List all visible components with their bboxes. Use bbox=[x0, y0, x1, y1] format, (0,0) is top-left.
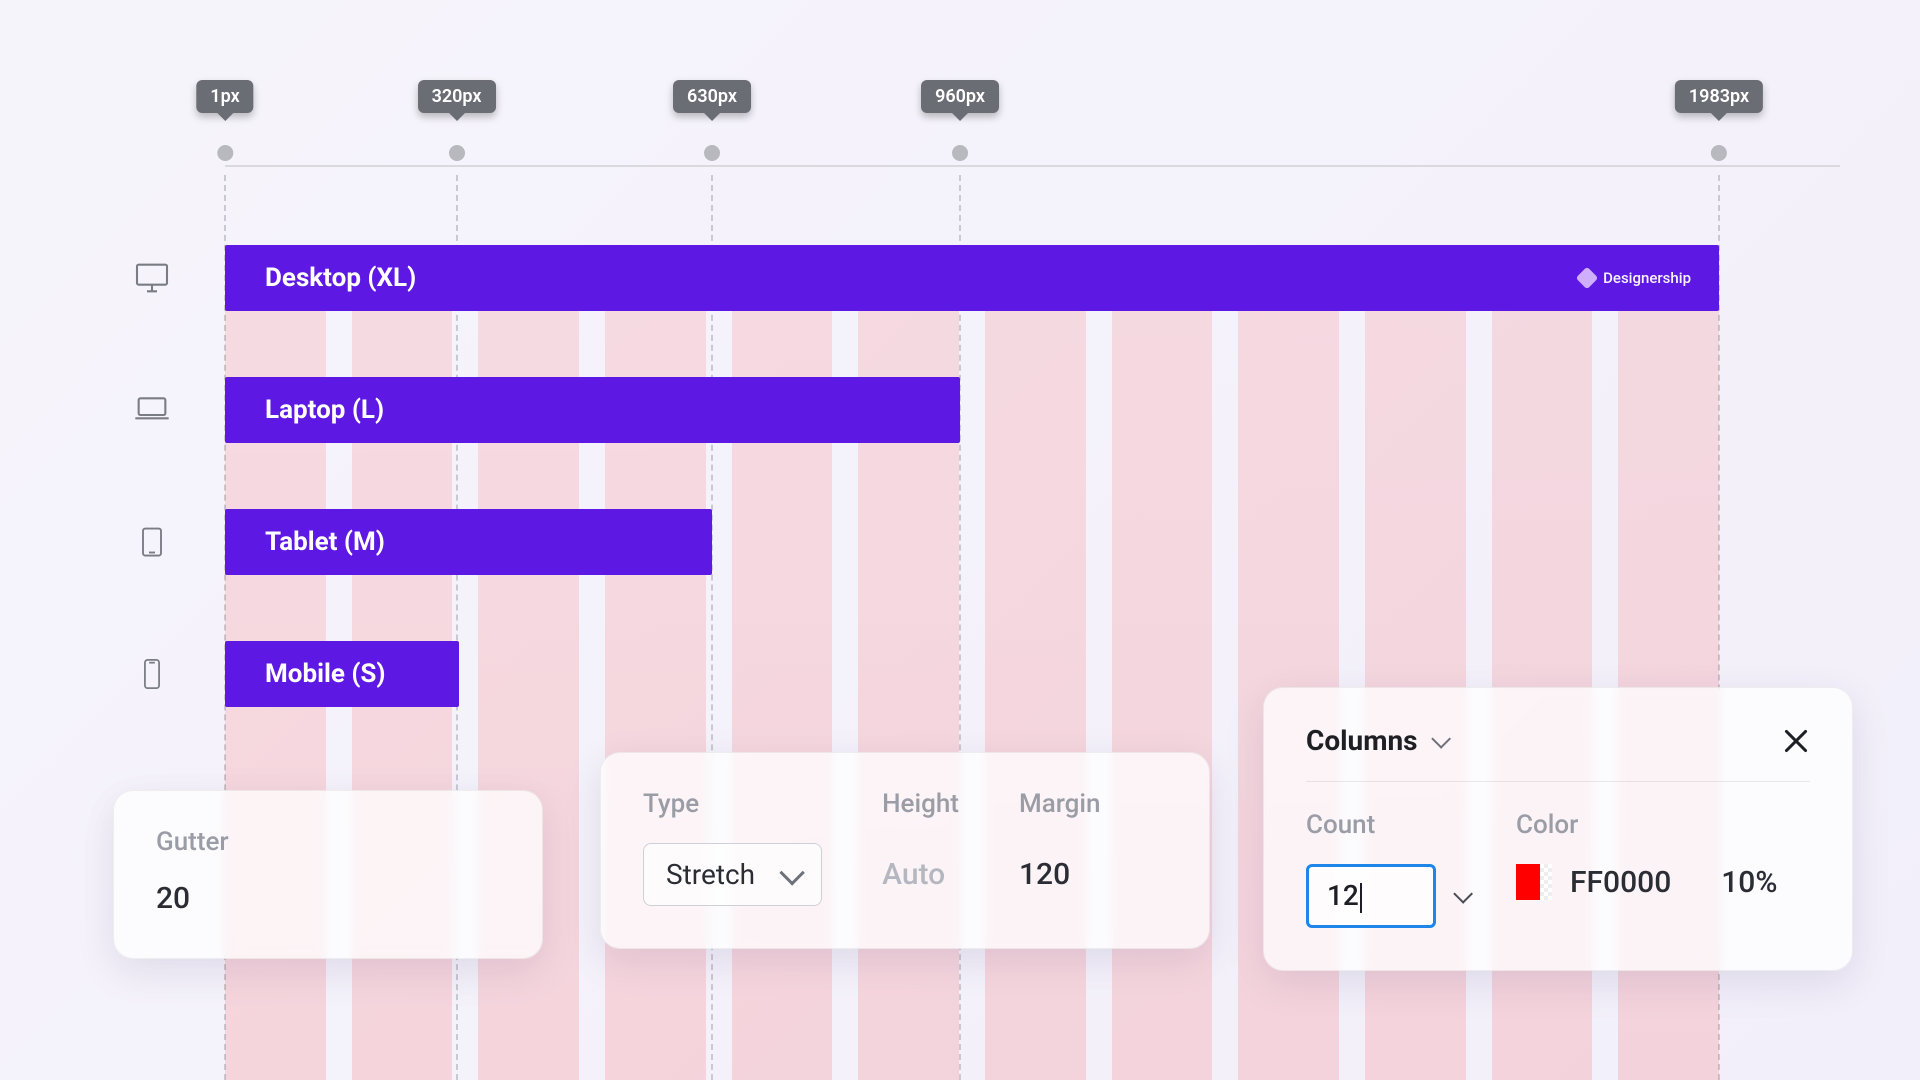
breakpoint-bar-laptop[interactable]: Laptop (L) bbox=[225, 377, 960, 443]
breakpoint-dot[interactable] bbox=[704, 145, 720, 161]
breakpoint-bar-tablet[interactable]: Tablet (M) bbox=[225, 509, 712, 575]
brand-logo-icon bbox=[1576, 267, 1599, 290]
margin-value[interactable]: 120 bbox=[1019, 843, 1101, 892]
type-label: Type bbox=[643, 789, 822, 819]
count-value: 12 bbox=[1327, 879, 1359, 912]
breakpoint-badge: 630px bbox=[673, 80, 751, 113]
breakpoint-dot[interactable] bbox=[952, 145, 968, 161]
height-value[interactable]: Auto bbox=[882, 843, 959, 892]
height-label: Height bbox=[882, 789, 959, 819]
mobile-icon bbox=[130, 652, 174, 696]
breakpoint-marker[interactable]: 1983px bbox=[1675, 80, 1763, 161]
breakpoint-label: Desktop (XL) bbox=[265, 263, 416, 293]
breakpoint-dot[interactable] bbox=[1711, 145, 1727, 161]
gutter-value[interactable]: 20 bbox=[156, 881, 500, 916]
panel-type-height-margin[interactable]: Type Stretch Height Auto Margin 120 bbox=[600, 752, 1210, 949]
breakpoint-row-tablet: Tablet (M) bbox=[130, 509, 712, 575]
breakpoint-bar-mobile[interactable]: Mobile (S) bbox=[225, 641, 459, 707]
count-input[interactable]: 12 bbox=[1306, 864, 1436, 928]
color-hex[interactable]: FF0000 bbox=[1570, 865, 1671, 900]
breakpoint-label: Tablet (M) bbox=[265, 527, 385, 557]
chevron-down-icon bbox=[780, 860, 805, 885]
gutter-label: Gutter bbox=[156, 827, 500, 857]
breakpoint-label: Mobile (S) bbox=[265, 659, 386, 689]
breakpoint-dot[interactable] bbox=[217, 145, 233, 161]
type-value: Stretch bbox=[666, 858, 755, 891]
laptop-icon bbox=[130, 388, 174, 432]
count-label: Count bbox=[1306, 810, 1468, 840]
panel-gutter[interactable]: Gutter 20 bbox=[113, 790, 543, 959]
close-icon[interactable] bbox=[1782, 727, 1810, 755]
breakpoint-dot[interactable] bbox=[449, 145, 465, 161]
columns-title: Columns bbox=[1306, 724, 1418, 757]
breakpoint-bar-desktop[interactable]: Desktop (XL) Designership bbox=[225, 245, 1719, 311]
chevron-down-icon bbox=[1431, 728, 1451, 748]
type-select[interactable]: Stretch bbox=[643, 843, 822, 906]
color-swatch[interactable] bbox=[1516, 864, 1552, 900]
breakpoint-badge: 1px bbox=[196, 80, 253, 113]
breakpoint-row-desktop: Desktop (XL) Designership bbox=[130, 245, 1719, 311]
text-caret bbox=[1360, 883, 1362, 913]
panel-columns[interactable]: Columns Count 12 Color FF0000 10% bbox=[1263, 687, 1853, 971]
breakpoint-badge: 960px bbox=[921, 80, 999, 113]
ruler-line bbox=[225, 165, 1840, 167]
breakpoint-row-mobile: Mobile (S) bbox=[130, 641, 459, 707]
breakpoint-label: Laptop (L) bbox=[265, 395, 384, 425]
breakpoint-marker[interactable]: 320px bbox=[418, 80, 496, 161]
columns-title-dropdown[interactable]: Columns bbox=[1306, 724, 1446, 757]
breakpoint-badge: 320px bbox=[418, 80, 496, 113]
breakpoint-badge: 1983px bbox=[1675, 80, 1763, 113]
desktop-icon bbox=[130, 256, 174, 300]
breakpoint-row-laptop: Laptop (L) bbox=[130, 377, 960, 443]
margin-label: Margin bbox=[1019, 789, 1101, 819]
breakpoint-marker[interactable]: 630px bbox=[673, 80, 751, 161]
brand-tag: Designership bbox=[1579, 269, 1691, 287]
tablet-icon bbox=[130, 520, 174, 564]
breakpoint-marker[interactable]: 960px bbox=[921, 80, 999, 161]
color-opacity[interactable]: 10% bbox=[1721, 865, 1777, 900]
brand-name: Designership bbox=[1603, 269, 1691, 287]
chevron-down-icon[interactable] bbox=[1453, 884, 1473, 904]
breakpoint-marker[interactable]: 1px bbox=[196, 80, 253, 161]
color-label: Color bbox=[1516, 810, 1777, 840]
